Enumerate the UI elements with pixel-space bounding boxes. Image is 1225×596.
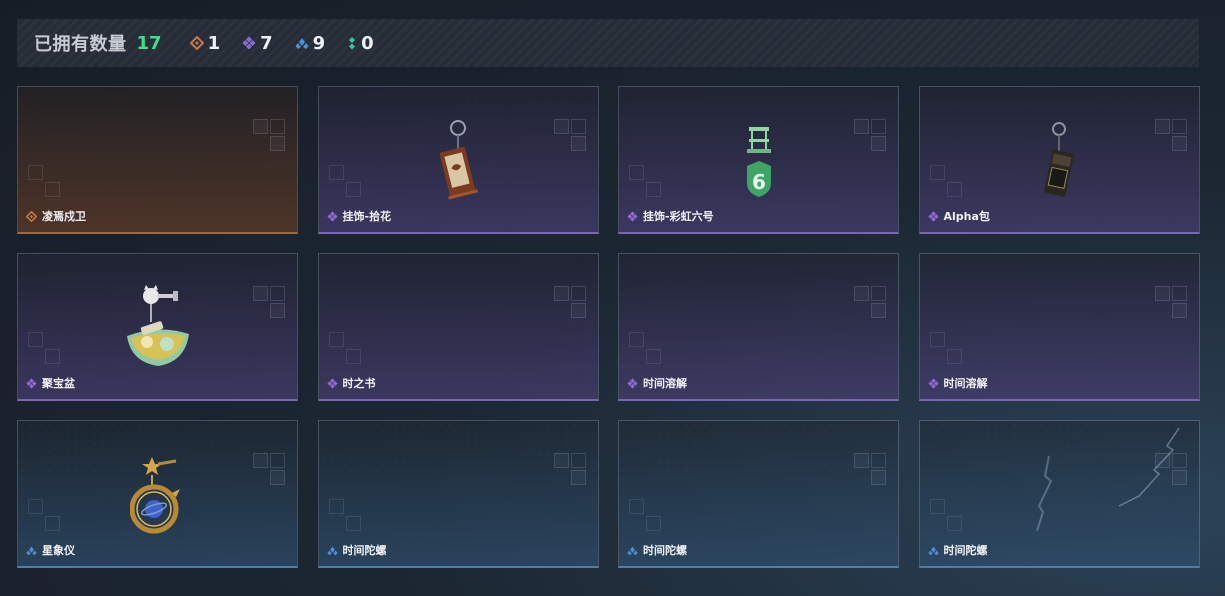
item-name-label: 凌焉戍卫 <box>42 210 86 223</box>
blue-count-value: 9 <box>312 32 326 54</box>
item-name-label: Alpha包 <box>943 210 990 223</box>
charm-six-art: 6 <box>744 125 774 203</box>
purple-cluster-icon <box>326 210 338 222</box>
orange-rarity-count: 1 <box>189 32 221 54</box>
card-corner-decoration <box>253 453 287 487</box>
item-name: 时间溶解 <box>627 375 687 391</box>
orange-diamond-icon <box>189 36 204 50</box>
charm-pouch-art <box>1044 121 1074 205</box>
item-name: 挂饰-拾花 <box>326 208 392 224</box>
item-name: Alpha包 <box>927 208 990 224</box>
astrolabe-art <box>129 455 186 539</box>
card-corner-decoration <box>854 453 888 487</box>
card-corner-decoration <box>1154 119 1189 153</box>
card-corner-decoration <box>253 286 287 320</box>
card-side-decoration <box>629 499 663 533</box>
purple-cluster-icon <box>927 210 939 222</box>
treasure-bowl-art <box>123 284 193 374</box>
purple-cluster-icon <box>627 210 638 222</box>
item-card[interactable]: 凌焉戍卫 <box>17 86 298 234</box>
orange-diamond-icon <box>26 210 37 222</box>
item-card[interactable]: 时间陀螺 <box>918 420 1200 568</box>
item-name: 时间陀螺 <box>326 542 387 558</box>
card-side-decoration <box>28 165 62 199</box>
owned-count-total: 17 <box>136 32 162 54</box>
item-card[interactable]: 时之书 <box>317 253 599 401</box>
card-corner-decoration <box>553 286 588 320</box>
card-side-decoration <box>929 499 964 533</box>
item-card[interactable]: 时间陀螺 <box>618 420 899 568</box>
collection-grid: 凌焉戍卫 挂饰-拾花 6 挂饰-彩虹六号 Alpha包 聚宝盆 时之书 时间溶解… <box>17 86 1200 568</box>
card-side-decoration <box>328 332 363 366</box>
purple-cluster-icon <box>326 377 338 389</box>
orange-count-value: 1 <box>207 32 221 54</box>
green-count-value: 0 <box>361 32 374 54</box>
card-corner-decoration <box>553 453 588 487</box>
blue-triangle-icon <box>627 546 638 555</box>
item-card[interactable]: 挂饰-拾花 <box>317 86 599 234</box>
card-corner-decoration <box>553 119 588 153</box>
card-side-decoration <box>28 499 62 533</box>
card-corner-decoration <box>253 119 287 153</box>
blue-rarity-count: 9 <box>295 32 326 54</box>
item-name: 聚宝盆 <box>26 375 75 391</box>
item-name: 时间陀螺 <box>927 542 988 558</box>
item-card[interactable]: 时间陀螺 <box>317 420 599 568</box>
item-card[interactable]: 星象仪 <box>17 420 298 568</box>
item-name-label: 挂饰-彩虹六号 <box>643 210 714 223</box>
blue-triangle-icon <box>295 36 309 50</box>
card-corner-decoration <box>1154 286 1189 320</box>
item-name: 凌焉戍卫 <box>26 208 86 224</box>
item-name: 挂饰-彩虹六号 <box>627 208 714 224</box>
item-card[interactable]: Alpha包 <box>918 86 1200 234</box>
owned-count-header: 已拥有数量 17 1 7 9 0 <box>17 19 1199 67</box>
purple-cluster-icon <box>242 36 256 50</box>
item-name: 时间溶解 <box>927 375 988 391</box>
item-name-label: 时之书 <box>342 377 376 390</box>
item-name-label: 星象仪 <box>42 544 75 557</box>
green-rarity-count: 0 <box>347 33 374 54</box>
green-dots-icon <box>347 36 357 50</box>
card-corner-decoration <box>854 286 888 320</box>
item-card[interactable]: 时间溶解 <box>918 253 1200 401</box>
item-card[interactable]: 聚宝盆 <box>17 253 298 401</box>
blue-triangle-icon <box>927 546 939 555</box>
card-side-decoration <box>328 499 363 533</box>
item-name-label: 时间陀螺 <box>643 544 687 557</box>
item-name-label: 时间溶解 <box>643 377 687 390</box>
svg-text:6: 6 <box>752 170 766 194</box>
card-side-decoration <box>629 332 663 366</box>
item-name-label: 挂饰-拾花 <box>342 210 392 223</box>
item-name: 时间陀螺 <box>627 542 687 558</box>
item-name: 时之书 <box>326 375 376 391</box>
item-card[interactable]: 时间溶解 <box>618 253 899 401</box>
purple-cluster-icon <box>627 377 638 389</box>
lightning-decoration <box>1035 427 1180 532</box>
card-corner-decoration <box>854 119 888 153</box>
item-card[interactable]: 6 挂饰-彩虹六号 <box>618 86 899 234</box>
item-name-label: 时间陀螺 <box>342 544 387 557</box>
card-side-decoration <box>929 165 964 199</box>
purple-count-value: 7 <box>260 32 273 54</box>
card-side-decoration <box>629 165 663 199</box>
item-name-label: 时间溶解 <box>943 377 988 390</box>
item-name-label: 聚宝盆 <box>42 377 75 390</box>
card-side-decoration <box>28 332 62 366</box>
purple-cluster-icon <box>26 377 37 389</box>
item-name: 星象仪 <box>26 542 75 558</box>
item-name-label: 时间陀螺 <box>943 544 988 557</box>
blue-triangle-icon <box>326 546 338 555</box>
card-side-decoration <box>929 332 964 366</box>
purple-cluster-icon <box>927 377 939 389</box>
card-side-decoration <box>328 165 363 199</box>
charm-scroll-art <box>438 119 478 205</box>
owned-count-label: 已拥有数量 <box>34 34 127 55</box>
purple-rarity-count: 7 <box>242 33 273 54</box>
blue-triangle-icon <box>26 546 37 555</box>
